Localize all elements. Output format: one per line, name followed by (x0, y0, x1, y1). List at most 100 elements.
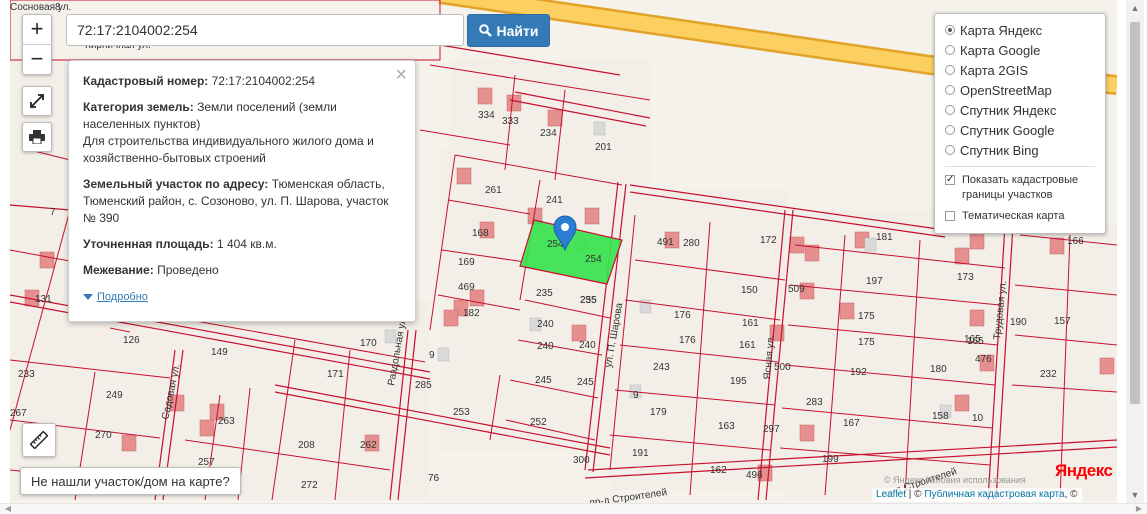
parcel-number[interactable]: 170 (360, 338, 377, 349)
parcel-number[interactable]: 182 (463, 308, 480, 319)
horizontal-scrollbar[interactable]: ◀ ▶ (0, 503, 1147, 514)
parcel-number[interactable]: 10 (972, 413, 984, 424)
parcel-number[interactable]: 161 (742, 318, 759, 329)
parcel-number[interactable]: 181 (876, 232, 893, 243)
parcel-number[interactable]: 245 (535, 375, 552, 386)
parcel-number[interactable]: 267 (10, 408, 27, 419)
layer-radio[interactable] (945, 45, 955, 55)
parcel-number[interactable]: 509 (788, 284, 805, 295)
not-found-button[interactable]: Не нашли участок/дом на карте? (20, 467, 241, 495)
parcel-number[interactable]: 173 (957, 272, 974, 283)
leaflet-link[interactable]: Leaflet (876, 489, 906, 500)
measure-button[interactable] (22, 423, 56, 457)
parcel-number[interactable]: 285 (415, 380, 432, 391)
parcel-number[interactable]: 172 (760, 235, 777, 246)
details-toggle[interactable]: Подробно (83, 288, 401, 306)
layer-option[interactable]: Карта Яндекс (945, 20, 1105, 40)
parcel-number[interactable]: 234 (540, 128, 557, 139)
scroll-thumb[interactable] (1130, 22, 1140, 404)
thematic-map-toggle[interactable]: Тематическая карта (945, 209, 1105, 224)
parcel-number[interactable]: 235 (536, 288, 553, 299)
parcel-number[interactable]: 180 (930, 364, 947, 375)
scroll-left-icon[interactable]: ◀ (0, 503, 16, 514)
parcel-number[interactable]: 167 (843, 418, 860, 429)
parcel-number[interactable]: 192 (850, 367, 867, 378)
parcel-number[interactable]: 161 (739, 340, 756, 351)
layer-radio[interactable] (945, 85, 955, 95)
parcel-number[interactable]: 235 (580, 295, 597, 306)
show-boundaries-toggle[interactable]: Показать кадастровые границы участков (945, 172, 1105, 203)
parcel-number[interactable]: 263 (218, 416, 235, 427)
parcel-number[interactable]: 245 (577, 377, 594, 388)
zoom-in-button[interactable]: + (23, 15, 51, 44)
parcel-number[interactable]: 334 (478, 110, 495, 121)
parcel-number[interactable]: 232 (1040, 369, 1057, 380)
parcel-number[interactable]: 283 (806, 397, 823, 408)
parcel-number[interactable]: 179 (650, 407, 667, 418)
parcel-number[interactable]: 190 (1010, 317, 1027, 328)
scroll-down-icon[interactable]: ▼ (1126, 487, 1144, 503)
parcel-number[interactable]: 476 (975, 354, 992, 365)
parcel-number[interactable]: 297 (763, 424, 780, 435)
print-button[interactable] (22, 122, 52, 152)
yandex-terms-text[interactable]: © Яндекс Условия использования (884, 475, 1026, 485)
parcel-number[interactable]: 300 (573, 455, 590, 466)
layer-option[interactable]: Карта 2GIS (945, 60, 1105, 80)
parcel-number[interactable]: 240 (537, 319, 554, 330)
thematic-map-checkbox[interactable] (945, 211, 955, 221)
layer-radio[interactable] (945, 105, 955, 115)
parcel-number[interactable]: 240 (537, 341, 554, 352)
parcel-number[interactable]: 166 (1067, 236, 1084, 247)
parcel-number[interactable]: 157 (1054, 316, 1071, 327)
parcel-number[interactable]: 201 (595, 142, 612, 153)
layer-radio[interactable] (945, 145, 955, 155)
scroll-up-icon[interactable]: ▲ (1126, 0, 1144, 16)
layer-option[interactable]: Карта Google (945, 40, 1105, 60)
fullscreen-button[interactable] (22, 86, 52, 116)
parcel-number[interactable]: 254 (585, 254, 602, 265)
parcel-number[interactable]: 197 (866, 276, 883, 287)
parcel-number[interactable]: 233 (18, 369, 35, 380)
vertical-scrollbar[interactable]: ▲ ▼ (1126, 0, 1144, 503)
parcel-number[interactable]: 491 (657, 237, 674, 248)
parcel-number[interactable]: 249 (106, 390, 123, 401)
parcel-number[interactable]: 191 (632, 448, 649, 459)
parcel-number[interactable]: 131 (35, 294, 52, 305)
parcel-number[interactable]: 175 (858, 337, 875, 348)
parcel-number[interactable]: 76 (428, 473, 440, 484)
layer-option[interactable]: Спутник Bing (945, 140, 1105, 160)
parcel-number[interactable]: 165 (964, 334, 981, 345)
parcel-number[interactable]: 168 (472, 228, 489, 239)
layer-radio[interactable] (945, 25, 955, 35)
parcel-number[interactable]: 262 (360, 440, 377, 451)
parcel-number[interactable]: 272 (301, 480, 318, 491)
parcel-number[interactable]: 162 (710, 465, 727, 476)
parcel-number[interactable]: 158 (932, 411, 949, 422)
parcel-number[interactable]: 496 (746, 470, 763, 481)
parcel-number[interactable]: 7 (50, 207, 56, 218)
pkk-link[interactable]: Публичная кадастровая карта (924, 489, 1064, 500)
details-link[interactable]: Подробно (97, 291, 148, 303)
close-popup-button[interactable]: × (395, 65, 407, 85)
layer-radio[interactable] (945, 65, 955, 75)
parcel-number[interactable]: 500 (774, 362, 791, 373)
parcel-number[interactable]: 261 (485, 185, 502, 196)
parcel-number[interactable]: 243 (653, 362, 670, 373)
parcel-number[interactable]: 280 (683, 238, 700, 249)
parcel-number[interactable]: 176 (679, 335, 696, 346)
parcel-number[interactable]: 195 (730, 376, 747, 387)
parcel-number[interactable]: 333 (502, 116, 519, 127)
parcel-number[interactable]: 176 (674, 310, 691, 321)
zoom-out-button[interactable]: − (23, 44, 51, 74)
parcel-number[interactable]: 199 (822, 454, 839, 465)
parcel-number[interactable]: 163 (718, 421, 735, 432)
parcel-number[interactable]: 252 (530, 417, 547, 428)
parcel-number[interactable]: 150 (741, 285, 758, 296)
parcel-number[interactable]: 9 (633, 390, 639, 401)
search-button[interactable]: Найти (467, 14, 550, 47)
parcel-number[interactable]: 241 (546, 195, 563, 206)
scroll-right-icon[interactable]: ▶ (1131, 503, 1147, 514)
parcel-number[interactable]: 240 (579, 340, 596, 351)
parcel-number[interactable]: 208 (298, 440, 315, 451)
parcel-number[interactable]: 171 (327, 369, 344, 380)
